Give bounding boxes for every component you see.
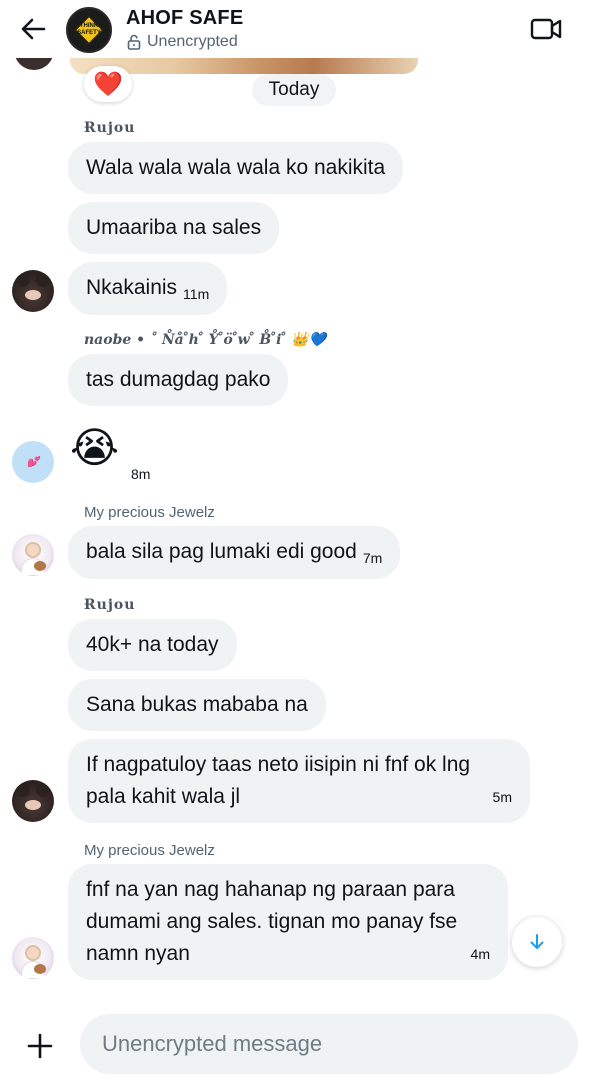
message-text: bala sila pag lumaki edi good: [86, 540, 357, 563]
message-time: 11m: [183, 286, 210, 302]
message-text-line: pala kahit wala jl: [86, 785, 241, 808]
message-bubble[interactable]: Wala wala wala wala ko nakikita: [68, 142, 404, 194]
heart-icon: ❤️: [93, 70, 123, 98]
message-composer: [0, 1000, 589, 1085]
message-bubble[interactable]: Nkakainis 11m: [68, 262, 228, 315]
message-bubble[interactable]: Umaariba na sales: [68, 202, 280, 254]
message-text: 40k+ na today: [86, 633, 219, 656]
message-bubble[interactable]: tas dumagdag pako: [68, 354, 289, 406]
unlocked-icon: [127, 34, 141, 50]
message-text: tas dumagdag pako: [86, 368, 271, 391]
avatar-heart-icon: 💕: [26, 456, 40, 468]
message-bubble[interactable]: If nagpatuloy taas neto iisipin ni fnf o…: [68, 739, 530, 823]
group-avatar[interactable]: THINK SAFETY: [66, 7, 112, 53]
message-text-line: dumami ang sales. tignan mo panay fse: [86, 910, 458, 933]
sender-name[interactable]: naobe • ˚ N̊å ̊h ̊ Y̊ ̊ö ̊w ̊ B̊ ̊i ̊ 👑💙: [84, 332, 326, 348]
message-input[interactable]: [80, 1014, 578, 1074]
avatar[interactable]: 💕: [12, 441, 54, 483]
encryption-status: Unencrypted: [127, 33, 238, 51]
message-text: Umaariba na sales: [86, 216, 262, 239]
message-text: Nkakainis: [86, 276, 178, 299]
message-text-line: If nagpatuloy taas neto iisipin ni fnf o…: [86, 753, 471, 776]
date-separator: Today: [252, 74, 336, 106]
avatar[interactable]: [12, 534, 54, 576]
encryption-status-label: Unencrypted: [147, 33, 238, 50]
message-time: 8m: [131, 466, 151, 482]
sender-name[interactable]: My precious Jewelz: [84, 504, 215, 521]
sender-name[interactable]: My precious Jewelz: [84, 842, 215, 859]
avatar[interactable]: [12, 780, 54, 822]
sender-name[interactable]: Ɍujou: [84, 597, 135, 613]
chat-title[interactable]: AHOF SAFE: [126, 7, 243, 30]
avatar[interactable]: [12, 937, 54, 979]
emoji-message[interactable]: 😭: [70, 424, 119, 472]
add-attachment-icon[interactable]: [24, 1030, 56, 1062]
message-bubble[interactable]: bala sila pag lumaki edi good 7m: [68, 526, 401, 579]
chat-header: THINK SAFETY AHOF SAFE Unencrypted: [0, 0, 589, 58]
message-time: 5m: [492, 789, 512, 805]
message-text: Sana bukas mababa na: [86, 693, 308, 716]
back-arrow-icon[interactable]: [18, 14, 48, 44]
video-call-icon[interactable]: [530, 16, 562, 42]
message-text-line: namn nyan: [86, 942, 190, 965]
message-time: 7m: [362, 550, 383, 566]
avatar[interactable]: [12, 270, 54, 312]
message-bubble[interactable]: fnf na yan nag hahanap ng paraan para du…: [68, 864, 508, 980]
scroll-to-bottom-button[interactable]: [512, 917, 562, 967]
arrow-down-icon: [530, 934, 544, 949]
message-time: 4m: [470, 946, 490, 962]
reaction-badge[interactable]: ❤️: [84, 66, 132, 102]
message-text-line: fnf na yan nag hahanap ng paraan para: [86, 878, 455, 901]
message-text: Wala wala wala wala ko nakikita: [86, 156, 386, 179]
sender-name[interactable]: Ɍujou: [84, 120, 135, 136]
group-avatar-text: THINK SAFETY: [77, 23, 101, 36]
message-bubble[interactable]: 40k+ na today: [68, 619, 237, 671]
message-bubble[interactable]: Sana bukas mababa na: [68, 679, 326, 731]
